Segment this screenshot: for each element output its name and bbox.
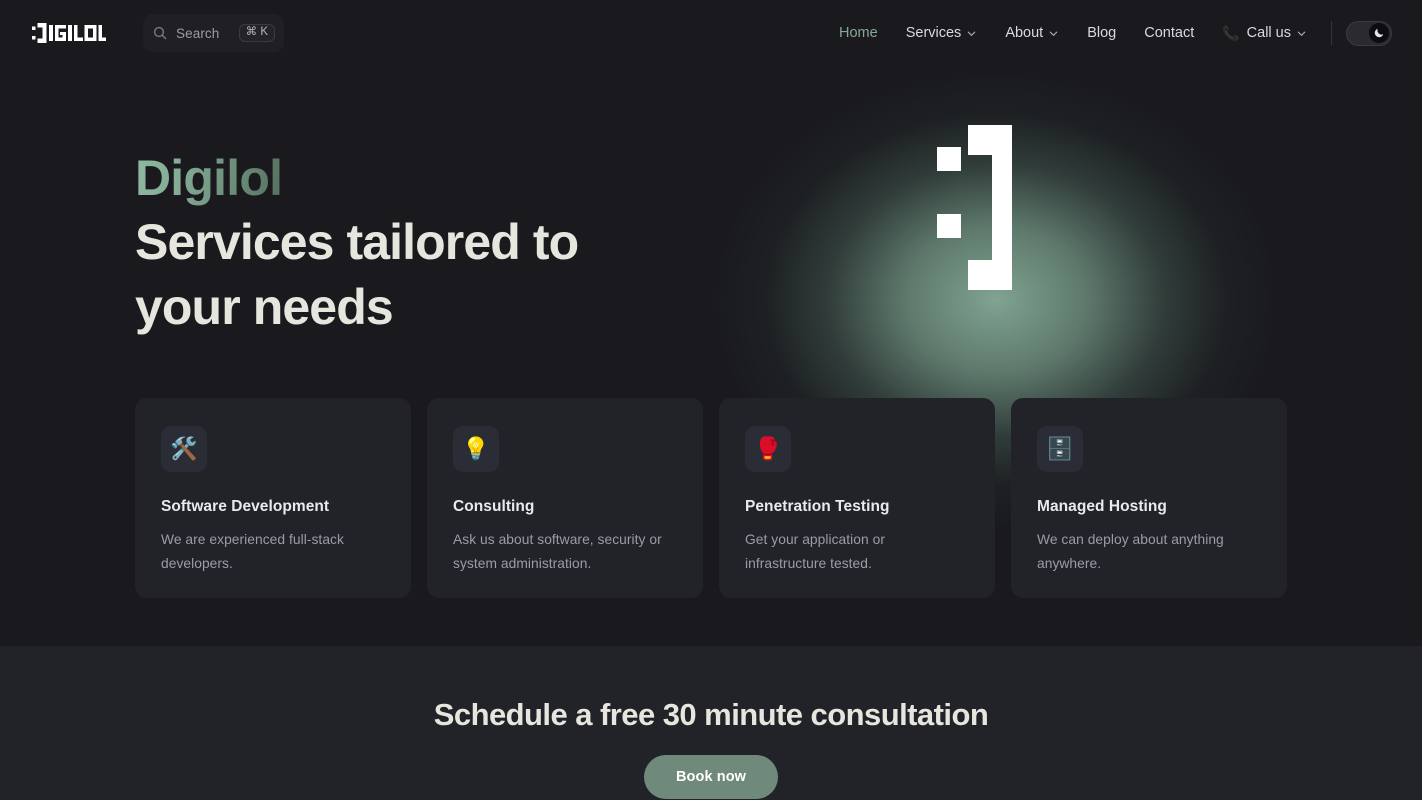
hero-brand-name: Digilol	[135, 146, 283, 210]
nav-item-label: About	[1005, 24, 1044, 41]
light-bulb-icon: 💡	[453, 426, 499, 472]
service-card-title: Managed Hosting	[1037, 498, 1167, 515]
digilol-logo[interactable]	[32, 21, 106, 45]
hammer-and-wrench-icon: 🛠️	[161, 426, 207, 472]
service-card-title: Penetration Testing	[745, 498, 890, 515]
service-card-description: We are experienced full-stack developers…	[161, 532, 344, 571]
search-input[interactable]: Search ⌘ K	[143, 14, 284, 52]
nav-item-call-us[interactable]: 📞 Call us	[1208, 26, 1321, 41]
theme-toggle[interactable]	[1346, 20, 1392, 46]
nav-item-contact[interactable]: Contact	[1130, 26, 1208, 41]
hero-title-line-2: your needs	[135, 279, 394, 335]
cta-section: Schedule a free 30 minute consultation B…	[0, 646, 1422, 800]
search-icon	[153, 26, 167, 40]
search-shortcut-badge: ⌘ K	[238, 23, 275, 43]
cta-title: Schedule a free 30 minute consultation	[433, 697, 989, 732]
service-card[interactable]: 🛠️ Software Development We are experienc…	[135, 398, 411, 598]
service-cards: 🛠️ Software Development We are experienc…	[135, 398, 1287, 598]
hero-smiley-graphic	[937, 125, 1012, 290]
nav-item-blog[interactable]: Blog	[1073, 26, 1130, 41]
service-card[interactable]: 💡 Consulting Ask us about software, secu…	[427, 398, 703, 598]
theme-toggle-knob	[1369, 23, 1389, 43]
service-card-description: Ask us about software, security or syste…	[453, 532, 662, 571]
nav-item-label: Contact	[1144, 24, 1195, 41]
site-header: Search ⌘ K Home Services About Blog Cont…	[0, 0, 1422, 66]
nav-divider	[1331, 21, 1332, 45]
nav-item-about[interactable]: About	[991, 26, 1073, 41]
nav-item-home[interactable]: Home	[825, 26, 892, 41]
hero-title-line-1: Services tailored to	[135, 214, 579, 270]
nav-item-label: Call us	[1246, 24, 1291, 41]
search-placeholder: Search	[176, 25, 220, 41]
file-cabinet-icon: 🗄️	[1037, 426, 1083, 472]
hero-copy: Digilol Services tailored to your needs	[135, 146, 775, 340]
chevron-down-icon	[1297, 31, 1306, 36]
service-card-description: Get your application or infrastructure t…	[745, 532, 885, 571]
digilol-wordmark-icon	[32, 23, 106, 43]
nav-item-services[interactable]: Services	[892, 26, 992, 41]
boxing-glove-icon: 🥊	[745, 426, 791, 472]
moon-icon	[1374, 28, 1384, 38]
service-card-description: We can deploy about anything anywhere.	[1037, 532, 1224, 571]
book-now-button[interactable]: Book now	[643, 755, 779, 800]
nav-item-label: Home	[839, 24, 878, 41]
service-card[interactable]: 🥊 Penetration Testing Get your applicati…	[719, 398, 995, 598]
nav-item-label: Blog	[1087, 24, 1117, 41]
chevron-down-icon	[1049, 31, 1058, 36]
service-card-title: Consulting	[453, 498, 535, 515]
service-card[interactable]: 🗄️ Managed Hosting We can deploy about a…	[1011, 398, 1287, 598]
service-card-title: Software Development	[161, 498, 330, 515]
chevron-down-icon	[968, 31, 976, 36]
nav-item-label: Services	[905, 24, 962, 41]
telephone-receiver-icon: 📞	[1222, 25, 1240, 41]
main-navigation: Home Services About Blog Contact 📞 Call …	[825, 0, 1422, 66]
